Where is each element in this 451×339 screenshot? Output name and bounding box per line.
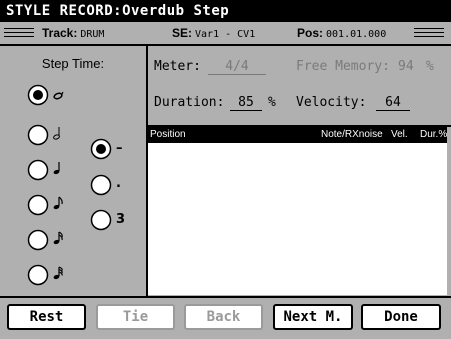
velocity-field[interactable]: 64 [376,95,410,111]
record-info-panel: Meter: 4/4 Free Memory: 94 % Duration: 8… [148,46,451,296]
style-element-info[interactable]: SE: Var1 - CV1 [172,22,255,46]
radio-eighth-note[interactable] [27,194,49,216]
radio-quarter-note[interactable] [27,124,49,146]
free-memory-unit: % [426,59,434,74]
half-note-icon [53,88,65,104]
column-note: Note/RXnoise [321,129,383,140]
radio-modifier-dot[interactable] [90,174,112,196]
quarter-note-filled-icon [52,161,62,179]
radio-thirty-second-note[interactable] [27,264,49,286]
column-position: Position [150,129,186,140]
duration-label: Duration: [154,95,225,110]
radio-quarter-note-bold[interactable] [27,159,49,181]
modifier-triplet-label: 3 [116,212,126,227]
radio-modifier-normal[interactable] [90,138,112,160]
title-bar: STYLE RECORD:Overdub Step [0,0,451,22]
step-time-panel: Step Time: – . 3 [0,46,148,296]
se-label: SE: [172,26,193,40]
free-memory-label: Free Memory: [296,59,390,74]
step-time-label: Step Time: [41,56,105,71]
thirty-second-note-icon [52,266,64,284]
button-bar: Rest Tie Back Next M. Done [0,296,451,339]
next-measure-button[interactable]: Next M. [273,304,353,330]
se-value: Var1 - CV1 [195,29,256,40]
quarter-note-icon [52,126,62,144]
radio-half-note[interactable] [27,84,49,106]
header-right-lines-icon [414,28,444,37]
track-value: DRUM [80,29,105,40]
velocity-label: Velocity: [296,95,367,110]
free-memory-value: 94 [398,59,414,74]
header-bar: Track: DRUM SE: Var1 - CV1 Pos: 001.01.000 [0,22,451,46]
position-info: Pos: 001.01.000 [297,22,386,46]
tie-button[interactable]: Tie [96,304,175,330]
duration-unit: % [268,95,276,110]
radio-sixteenth-note[interactable] [27,229,49,251]
meter-label: Meter: [154,59,201,74]
done-button[interactable]: Done [361,304,441,330]
back-button[interactable]: Back [184,304,263,330]
track-info[interactable]: Track: DRUM [42,22,104,46]
page-title: STYLE RECORD:Overdub Step [6,3,230,19]
pos-value: 001.01.000 [326,29,387,40]
column-duration: Dur.% [420,129,448,140]
pos-label: Pos: [297,26,324,40]
duration-field[interactable]: 85 [230,95,262,111]
radio-modifier-triplet[interactable] [90,209,112,231]
meter-field[interactable]: 4/4 [208,59,266,75]
modifier-dot-label: . [116,176,121,191]
column-velocity: Vel. [391,129,408,140]
event-list-header: Position Note/RXnoise Vel. Dur.% [148,127,447,143]
track-label: Track: [42,26,78,40]
sixteenth-note-icon [52,231,64,249]
modifier-normal-label: – [116,141,123,156]
header-left-lines-icon [4,28,34,37]
rest-button[interactable]: Rest [7,304,86,330]
event-list[interactable] [148,143,447,295]
eighth-note-icon [52,196,64,214]
style-record-screen: STYLE RECORD:Overdub Step Track: DRUM SE:… [0,0,451,339]
